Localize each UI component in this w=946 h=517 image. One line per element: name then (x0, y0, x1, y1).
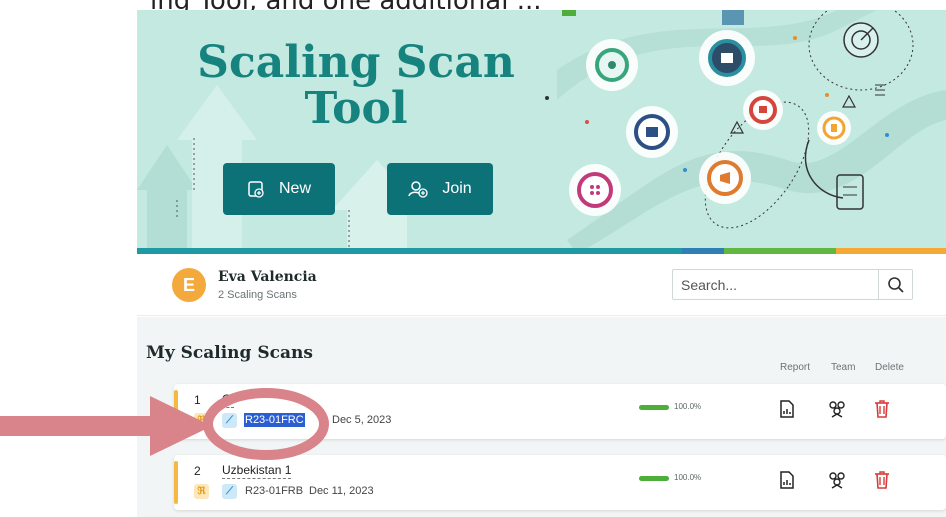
report-button[interactable] (776, 398, 798, 420)
link-icon: ⟋ (222, 413, 237, 428)
delete-button[interactable] (871, 398, 893, 420)
app-title-line-2: Tool (304, 83, 408, 134)
progress-label: 100.0% (674, 402, 702, 411)
join-scan-button[interactable]: Join (387, 163, 493, 215)
team-icon (829, 401, 845, 418)
avatar[interactable]: E (172, 268, 206, 302)
gear-icon (569, 164, 621, 216)
progress-bar (639, 405, 669, 410)
column-header-report: Report (780, 362, 811, 373)
team-button[interactable] (826, 469, 848, 491)
progress-bar (639, 476, 669, 481)
team-button[interactable] (826, 398, 848, 420)
trash-icon (875, 471, 889, 489)
row-number: 2 (194, 464, 201, 478)
hero-banner: Scaling Scan Tool New Join (137, 10, 946, 254)
link-icon: ⟋ (222, 484, 237, 499)
scan-code[interactable]: R23-01FRB (244, 484, 304, 498)
search-button[interactable] (878, 270, 912, 299)
scan-code[interactable]: R23-01FRC (244, 413, 305, 427)
scan-name-link[interactable]: Uzbekistan 1 (222, 463, 292, 479)
new-button-label: New (278, 180, 311, 197)
scan-type-icon: ℜ (194, 484, 209, 499)
list-title: My Scaling Scans (146, 343, 313, 363)
scan-row[interactable]: 1 Ol ℜ ⟋ R23-01FRC Dec 5, 2023 100.0% (174, 384, 946, 439)
row-number: 1 (194, 393, 201, 407)
plus-file-icon (247, 180, 265, 198)
team-icon (829, 472, 845, 489)
progress-label: 100.0% (674, 473, 702, 482)
gear-icon (699, 30, 755, 86)
progress-fill (639, 405, 669, 410)
add-user-icon (408, 180, 428, 198)
user-name: Eva Valencia (218, 269, 317, 285)
warning-icon (841, 94, 857, 108)
scan-date: Dec 11, 2023 (309, 485, 374, 497)
app-title-line-1: Scaling Scan (197, 37, 515, 88)
page: ing Tool, and one additional ... Scaling… (0, 0, 946, 517)
trash-icon (875, 400, 889, 418)
search-icon (887, 276, 904, 293)
warning-icon (729, 120, 745, 134)
user-scan-count: 2 Scaling Scans (218, 289, 297, 301)
scan-date: Dec 5, 2023 (332, 414, 392, 426)
progress-fill (639, 476, 669, 481)
scan-type-icon: ℜ (194, 413, 209, 428)
join-button-label: Join (442, 180, 472, 197)
column-header-delete: Delete (875, 362, 904, 373)
delete-button[interactable] (871, 469, 893, 491)
row-accent (174, 461, 178, 504)
target-icon (843, 22, 879, 58)
column-header-team: Team (831, 362, 856, 373)
search-input[interactable] (673, 270, 879, 299)
report-icon (780, 471, 794, 489)
search-box (672, 269, 913, 300)
gear-icon (817, 111, 851, 145)
new-scan-button[interactable]: New (223, 163, 335, 215)
gear-icon (699, 152, 751, 204)
row-accent (174, 390, 178, 433)
scans-list-section: My Scaling Scans Report Team Delete 1 Ol… (137, 317, 946, 517)
report-icon (780, 400, 794, 418)
gear-icon (743, 90, 783, 130)
scan-row[interactable]: 2 Uzbekistan 1 ℜ ⟋ R23-01FRB Dec 11, 202… (174, 455, 946, 510)
scan-name-link[interactable]: Ol (222, 392, 234, 408)
app-title: Scaling Scan Tool (137, 40, 575, 132)
report-button[interactable] (776, 469, 798, 491)
gear-icon (586, 39, 638, 91)
gear-icon (626, 106, 678, 158)
profile-bar: E Eva Valencia 2 Scaling Scans (137, 254, 946, 316)
